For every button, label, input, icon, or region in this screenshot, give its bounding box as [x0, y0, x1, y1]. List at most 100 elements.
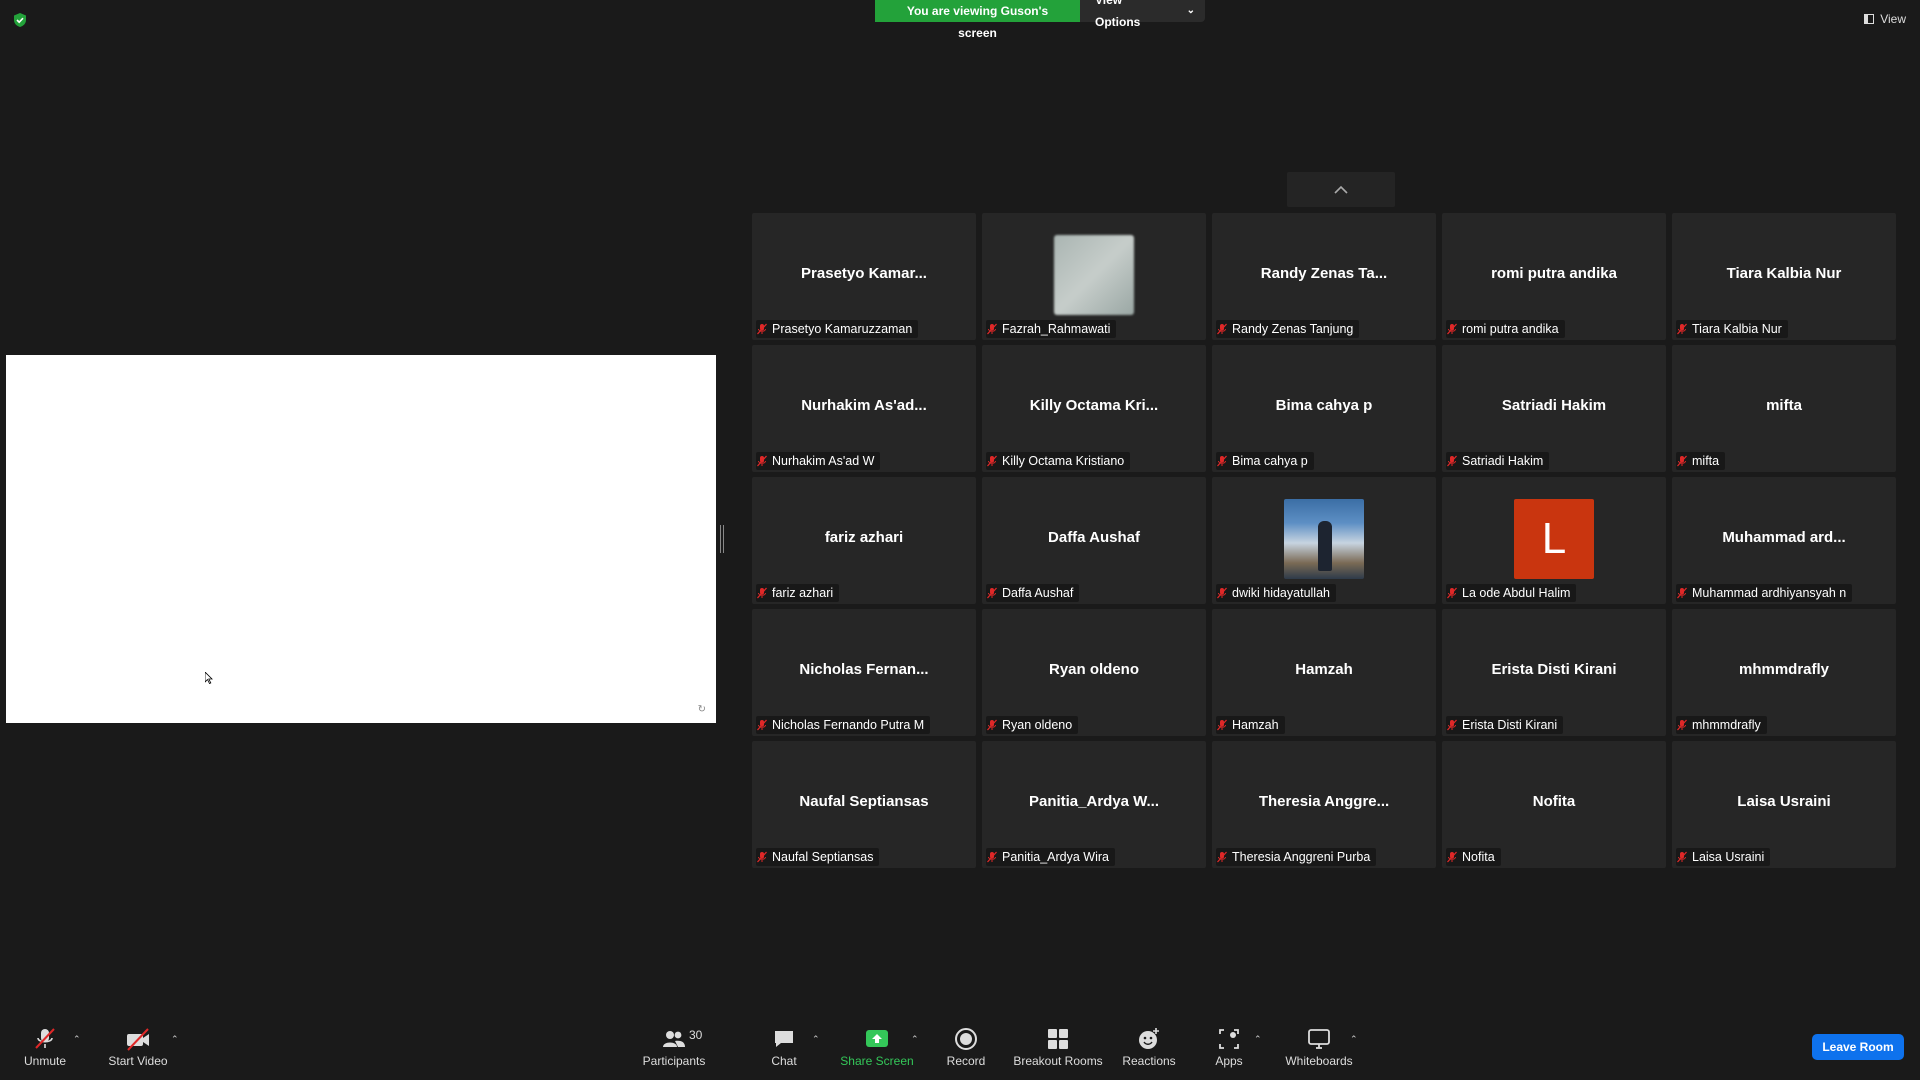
participant-tile[interactable]: Laisa Usraini Laisa Usraini [1672, 741, 1896, 868]
participant-tile[interactable]: Ryan oldeno Ryan oldeno [982, 609, 1206, 736]
muted-mic-icon [1677, 851, 1687, 863]
participant-tile[interactable]: Nurhakim As'ad... Nurhakim As'ad W [752, 345, 976, 472]
resize-handle[interactable] [720, 525, 724, 553]
participant-display-name: mhmmdrafly [1738, 661, 1830, 678]
participant-name: Laisa Usraini [1692, 850, 1765, 864]
participant-display-name: Tiara Kalbia Nur [1726, 265, 1842, 282]
muted-mic-icon [1677, 323, 1687, 335]
reactions-button[interactable]: Reactions [1104, 1026, 1194, 1068]
participant-name: Theresia Anggreni Purba [1232, 850, 1371, 864]
whiteboards-button[interactable]: Whiteboards [1274, 1026, 1364, 1068]
muted-mic-icon [987, 455, 997, 467]
video-options-caret[interactable]: ⌃ [171, 1034, 179, 1045]
participant-tile[interactable]: Panitia_Ardya W... Panitia_Ardya Wira [982, 741, 1206, 868]
chat-label: Chat [771, 1054, 797, 1068]
shield-icon[interactable] [12, 12, 28, 28]
participant-name-label: mifta [1676, 452, 1726, 470]
participants-icon [663, 1031, 685, 1047]
participant-display-name: fariz azhari [824, 529, 904, 546]
participant-tile[interactable]: mhmmdrafly mhmmdrafly [1672, 609, 1896, 736]
participant-name: mhmmdrafly [1692, 718, 1761, 732]
muted-mic-icon [1447, 851, 1457, 863]
participant-display-name: Randy Zenas Ta... [1260, 265, 1388, 282]
unmute-button[interactable]: Unmute [0, 1026, 90, 1068]
participant-name-label: Killy Octama Kristiano [986, 452, 1131, 470]
participant-display-name: Laisa Usraini [1737, 793, 1831, 810]
participant-name: dwiki hidayatullah [1232, 586, 1330, 600]
audio-options-caret[interactable]: ⌃ [73, 1034, 81, 1045]
view-options-label: View Options [1095, 0, 1141, 29]
participants-button[interactable]: 30 Participants [629, 1026, 719, 1068]
muted-mic-icon [987, 851, 997, 863]
participant-tile[interactable]: Prasetyo Kamar... Prasetyo Kamaruzzaman [752, 213, 976, 340]
participant-tile[interactable]: Bima cahya p Bima cahya p [1212, 345, 1436, 472]
breakout-rooms-button[interactable]: Breakout Rooms [1013, 1026, 1103, 1068]
view-button[interactable]: View [1864, 12, 1906, 26]
participant-display-name: Erista Disti Kirani [1491, 661, 1617, 678]
participant-tile[interactable]: L La ode Abdul Halim [1442, 477, 1666, 604]
record-button[interactable]: Record [921, 1026, 1011, 1068]
participant-display-name: romi putra andika [1491, 265, 1617, 282]
participant-tile[interactable]: dwiki hidayatullah [1212, 477, 1436, 604]
participant-tile[interactable]: Daffa Aushaf Daffa Aushaf [982, 477, 1206, 604]
apps-icon [1219, 1029, 1239, 1049]
participant-tile[interactable]: Satriadi Hakim Satriadi Hakim [1442, 345, 1666, 472]
participant-name: Ryan oldeno [1002, 718, 1073, 732]
participant-tile[interactable]: Fazrah_Rahmawati [982, 213, 1206, 340]
participant-tile[interactable]: Theresia Anggre... Theresia Anggreni Purb… [1212, 741, 1436, 868]
participant-display-name: Muhammad ard... [1722, 529, 1846, 546]
participant-name-label: Fazrah_Rahmawati [986, 320, 1117, 338]
leave-room-button[interactable]: Leave Room [1812, 1034, 1904, 1060]
participant-display-name: Nurhakim As'ad... [801, 397, 927, 414]
refresh-icon[interactable]: ↻ [698, 704, 706, 715]
participant-display-name: Killy Octama Kri... [1029, 397, 1159, 414]
chat-options-caret[interactable]: ⌃ [812, 1034, 820, 1045]
participant-name-label: Bima cahya p [1216, 452, 1314, 470]
apps-button[interactable]: Apps [1184, 1026, 1274, 1068]
participant-tile[interactable]: Tiara Kalbia Nur Tiara Kalbia Nur [1672, 213, 1896, 340]
start-video-button[interactable]: Start Video [93, 1026, 183, 1068]
participant-name-label: mhmmdrafly [1676, 716, 1767, 734]
shared-screen[interactable]: ↻ [6, 355, 716, 723]
participant-name-label: fariz azhari [756, 584, 840, 602]
participant-display-name: Nofita [1532, 793, 1576, 810]
participant-name: Satriadi Hakim [1462, 454, 1544, 468]
muted-mic-icon [757, 587, 767, 599]
participant-name-label: Randy Zenas Tanjung [1216, 320, 1360, 338]
participant-name: Panitia_Ardya Wira [1002, 850, 1109, 864]
participant-name: fariz azhari [772, 586, 834, 600]
participant-tile[interactable]: Nofita Nofita [1442, 741, 1666, 868]
participant-tile[interactable]: Randy Zenas Ta... Randy Zenas Tanjung [1212, 213, 1436, 340]
share-screen-icon [866, 1030, 888, 1047]
participant-name: Bima cahya p [1232, 454, 1308, 468]
participant-name-label: Nicholas Fernando Putra M [756, 716, 931, 734]
participant-name-label: Ryan oldeno [986, 716, 1079, 734]
reactions-label: Reactions [1122, 1054, 1176, 1068]
chat-button[interactable]: Chat [739, 1026, 829, 1068]
participant-tile[interactable]: mifta mifta [1672, 345, 1896, 472]
participant-name-label: Naufal Septiansas [756, 848, 880, 866]
participant-name-label: Nofita [1446, 848, 1501, 866]
participant-display-name: Nicholas Fernan... [799, 661, 929, 678]
share-screen-button[interactable]: Share Screen [832, 1026, 922, 1068]
share-options-caret[interactable]: ⌃ [911, 1034, 919, 1045]
apps-options-caret[interactable]: ⌃ [1254, 1034, 1262, 1045]
participant-tile[interactable]: Naufal Septiansas Naufal Septiansas [752, 741, 976, 868]
participant-display-name: Naufal Septiansas [799, 793, 929, 810]
whiteboards-options-caret[interactable]: ⌃ [1350, 1034, 1358, 1045]
participant-tile[interactable]: Hamzah Hamzah [1212, 609, 1436, 736]
participant-tile[interactable]: fariz azhari fariz azhari [752, 477, 976, 604]
participant-tile[interactable]: Muhammad ard... Muhammad ardhiyansyah n [1672, 477, 1896, 604]
viewing-screen-label: You are viewing Guson's screen [875, 0, 1080, 40]
participant-tile[interactable]: Killy Octama Kri... Killy Octama Kristian… [982, 345, 1206, 472]
muted-mic-icon [1447, 587, 1457, 599]
participant-tile[interactable]: Erista Disti Kirani Erista Disti Kirani [1442, 609, 1666, 736]
participant-name-label: Tiara Kalbia Nur [1676, 320, 1788, 338]
collapse-gallery-button[interactable] [1287, 172, 1395, 207]
participant-tile[interactable]: romi putra andika romi putra andika [1442, 213, 1666, 340]
participant-display-name: mifta [1766, 397, 1802, 414]
view-options-button[interactable]: View Options ⌄ [1080, 0, 1205, 29]
share-banner: You are viewing Guson's screen View Opti… [875, 0, 1205, 40]
muted-mic-icon [987, 587, 997, 599]
participant-tile[interactable]: Nicholas Fernan... Nicholas Fernando Putr… [752, 609, 976, 736]
